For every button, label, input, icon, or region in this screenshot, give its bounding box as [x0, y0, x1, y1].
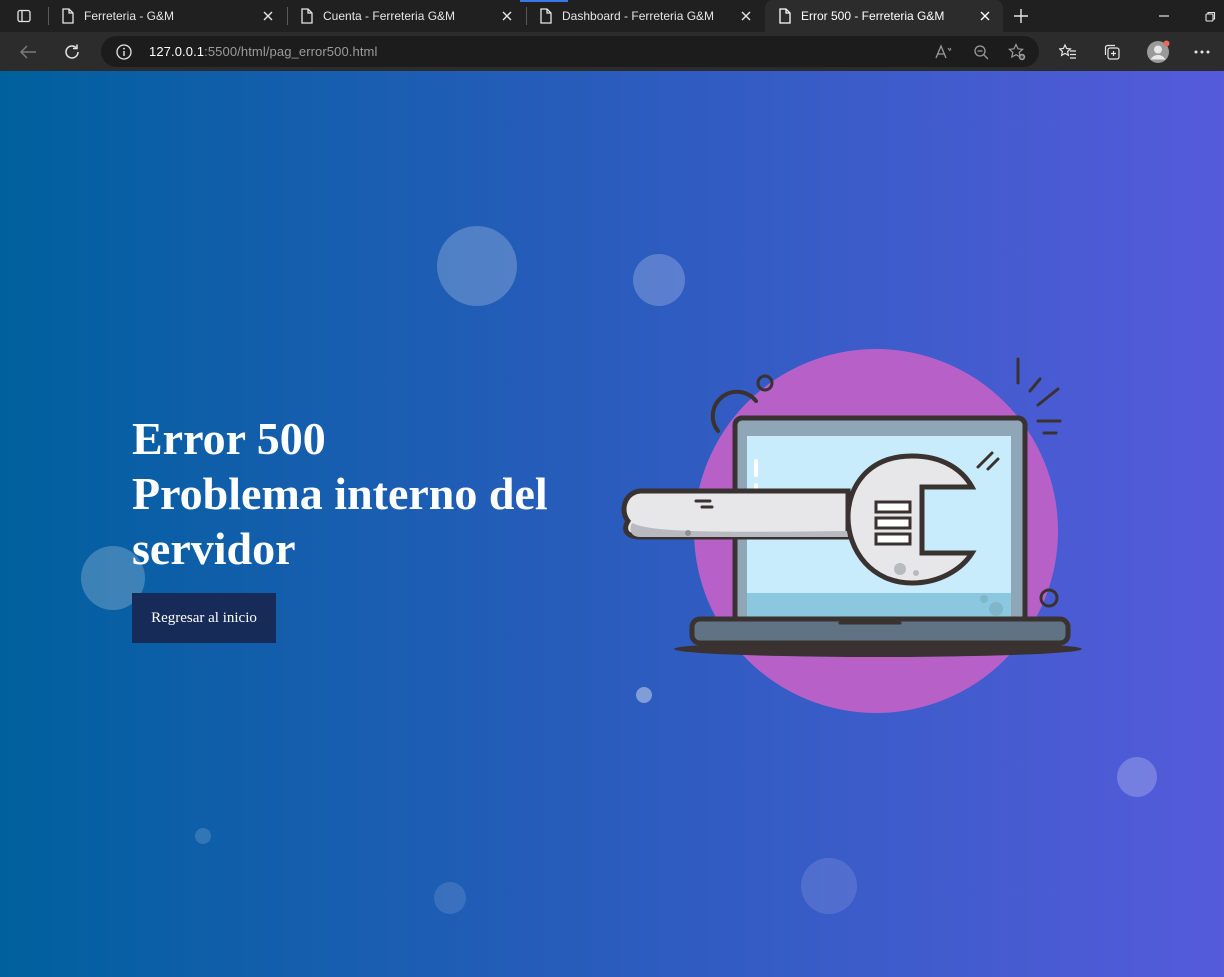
back-button[interactable]	[13, 37, 43, 67]
favorites-icon	[1059, 43, 1076, 59]
decorative-bubble	[801, 858, 857, 914]
tab-close-button[interactable]	[254, 2, 282, 30]
restore-icon	[1204, 11, 1215, 22]
error-message-line: servidor	[132, 523, 296, 574]
refresh-icon	[65, 44, 79, 59]
tab-bar: Ferreteria - G&M Cuenta - Ferreteria G&M…	[0, 0, 1224, 32]
site-info-icon[interactable]	[115, 43, 133, 61]
hero-text: Error 500 Problema interno del servidor	[132, 411, 602, 576]
close-icon	[980, 11, 990, 21]
tab-actions-icon	[17, 9, 31, 23]
decorative-bubble	[633, 254, 685, 306]
arrow-left-icon	[19, 45, 36, 59]
read-aloud-icon[interactable]	[933, 41, 955, 63]
settings-more-button[interactable]	[1187, 37, 1217, 67]
close-icon	[741, 11, 751, 21]
minimize-icon	[1159, 15, 1169, 17]
url-text[interactable]: 127.0.0.1:5500/html/pag_error500.html	[149, 44, 377, 59]
tab-actions-button[interactable]	[8, 6, 40, 26]
tab-dashboard[interactable]: Dashboard - Ferreteria G&M	[526, 0, 764, 32]
browser-toolbar: 127.0.0.1:5500/html/pag_error500.html	[0, 32, 1224, 71]
tab-cuenta[interactable]: Cuenta - Ferreteria G&M	[287, 0, 525, 32]
tab-error500[interactable]: Error 500 - Ferreteria G&M	[765, 0, 1003, 32]
back-to-home-button[interactable]: Regresar al inicio	[132, 593, 276, 643]
address-bar[interactable]: 127.0.0.1:5500/html/pag_error500.html	[101, 36, 1039, 67]
page-icon	[538, 8, 554, 24]
error-message-line: Problema interno del	[132, 468, 548, 519]
url-host: 127.0.0.1	[149, 44, 205, 59]
new-tab-button[interactable]	[1009, 4, 1033, 28]
close-icon	[263, 11, 273, 21]
page-icon	[299, 8, 315, 24]
collections-icon	[1104, 44, 1120, 60]
tab-title: Error 500 - Ferreteria G&M	[801, 9, 945, 23]
tab-ferreteria[interactable]: Ferreteria - G&M	[48, 0, 286, 32]
page-icon	[777, 8, 793, 24]
decorative-bubble	[195, 828, 211, 844]
avatar	[1147, 40, 1170, 63]
laptop-wrench-icon	[621, 349, 1082, 713]
url-path: :5500/html/pag_error500.html	[204, 44, 378, 59]
profile-button[interactable]	[1143, 37, 1173, 67]
more-icon	[1194, 50, 1210, 54]
error-code: Error 500	[132, 413, 326, 464]
tab-title: Cuenta - Ferreteria G&M	[323, 9, 456, 23]
tab-title: Ferreteria - G&M	[84, 9, 175, 23]
restore-button[interactable]	[1198, 4, 1222, 28]
page-title: Error 500 Problema interno del servidor	[132, 411, 602, 576]
plus-icon	[1014, 9, 1028, 23]
decorative-bubble	[437, 226, 517, 306]
collections-button[interactable]	[1097, 37, 1127, 67]
close-icon	[502, 11, 512, 21]
tab-close-button[interactable]	[732, 2, 760, 30]
decorative-bubble	[434, 882, 466, 914]
add-favorite-icon[interactable]	[1006, 41, 1028, 63]
tab-title: Dashboard - Ferreteria G&M	[562, 9, 715, 23]
minimize-button[interactable]	[1152, 4, 1176, 28]
page-icon	[60, 8, 76, 24]
reload-button[interactable]	[57, 37, 87, 67]
decorative-bubble	[1117, 757, 1157, 797]
zoom-out-icon[interactable]	[970, 41, 992, 63]
error-page: Error 500 Problema interno del servidor …	[0, 71, 1224, 977]
favorites-button[interactable]	[1053, 37, 1083, 67]
tab-close-button[interactable]	[971, 2, 999, 30]
tab-close-button[interactable]	[493, 2, 521, 30]
